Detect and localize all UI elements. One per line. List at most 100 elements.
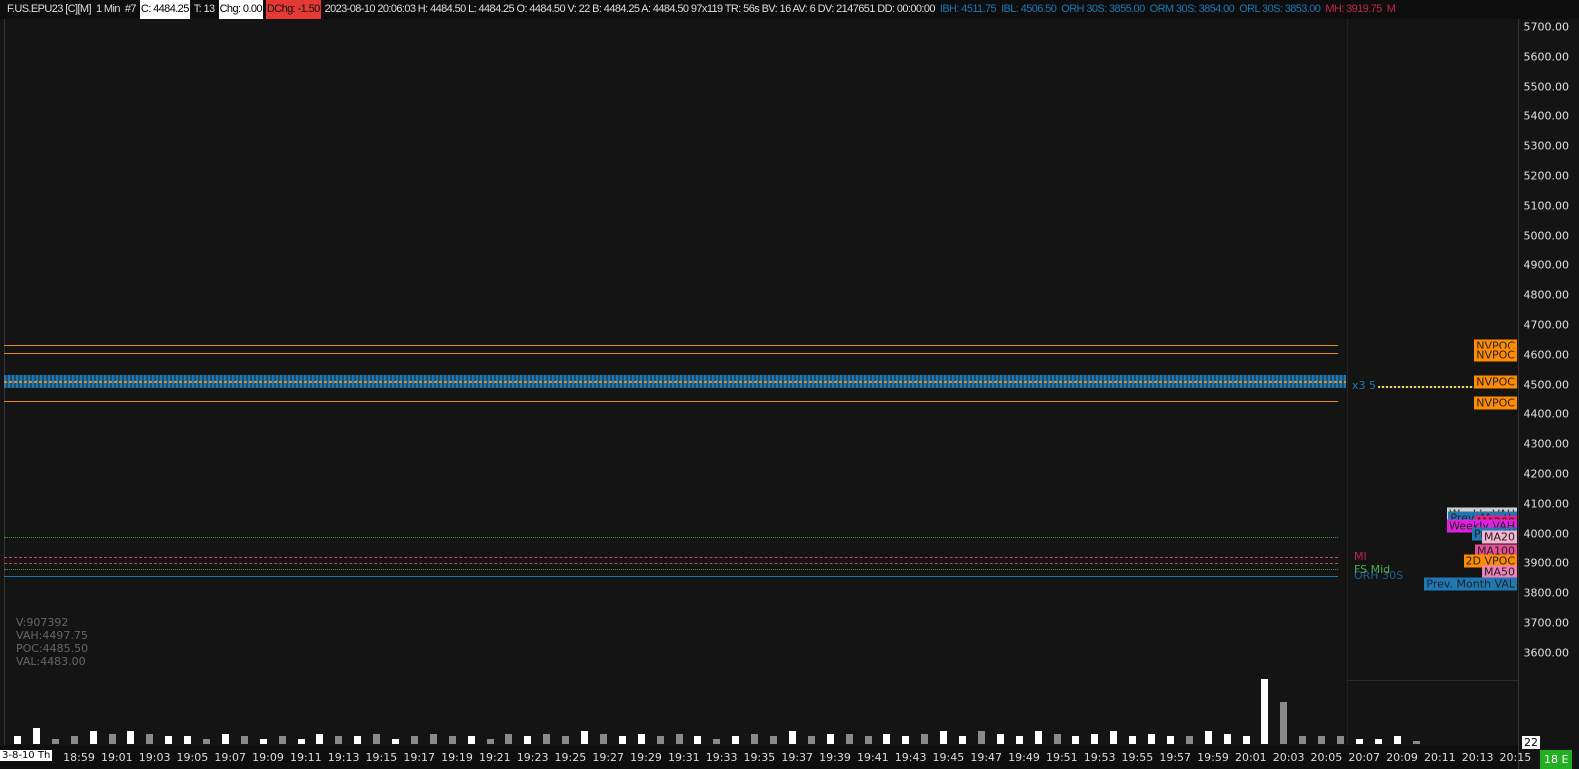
volume-bar xyxy=(108,733,116,744)
time-tick: 18:59 xyxy=(63,751,95,764)
time-tick: 19:07 xyxy=(214,751,247,764)
price-tick: 4900.00 xyxy=(1523,258,1570,272)
volume-bar xyxy=(656,736,664,744)
volume-bar xyxy=(316,733,324,744)
price-tick: 5500.00 xyxy=(1523,80,1570,94)
volume-bar xyxy=(1393,736,1401,744)
volume-bar xyxy=(51,738,59,744)
time-tick: 19:29 xyxy=(630,751,662,764)
price-axis[interactable]: 5700.00 5600.00 5500.00 5400.00 5300.00 5200.… xyxy=(1518,19,1579,769)
time-tick: 19:45 xyxy=(932,751,965,764)
volume-bar xyxy=(940,731,948,744)
mi-line xyxy=(4,563,1338,564)
time-tick: 20:11 xyxy=(1423,751,1456,764)
volume-bar xyxy=(1299,736,1307,744)
volume-bar xyxy=(184,736,192,744)
volume-bar xyxy=(448,736,456,744)
volume-bar xyxy=(297,738,305,744)
volume-bar xyxy=(524,736,532,744)
orh-line xyxy=(4,576,1338,577)
ma20-line xyxy=(4,537,1338,538)
ibh-value: IBH: 4511.75 xyxy=(939,3,997,15)
bar-timer: 18 E xyxy=(1540,750,1573,769)
time-tick: 19:01 xyxy=(100,751,133,764)
close-value: C: 4484.25 xyxy=(139,0,190,19)
volume-bar xyxy=(1166,736,1174,744)
volume-bar xyxy=(392,738,399,744)
time-tick: 19:51 xyxy=(1045,751,1078,764)
time-tick: 19:23 xyxy=(516,751,549,764)
volume-bar xyxy=(751,733,759,744)
price-profile-marker xyxy=(4,381,1346,383)
volume-bar xyxy=(354,736,362,744)
volume-bar xyxy=(127,731,135,744)
nvpoc-line xyxy=(4,345,1338,346)
interval[interactable]: 1 Min xyxy=(95,0,121,19)
volume-bar xyxy=(959,736,966,744)
daily-change-value: DChg: -1.50 xyxy=(265,0,321,19)
price-tick: 3900.00 xyxy=(1523,556,1570,570)
time-tick: 20:01 xyxy=(1234,751,1267,764)
volume-bar xyxy=(807,736,815,744)
volume-bar xyxy=(1185,736,1193,744)
time-tick: 20:07 xyxy=(1348,751,1381,764)
volume-bar xyxy=(1110,731,1118,744)
time-tick: 19:35 xyxy=(743,751,776,764)
volume-bar xyxy=(902,736,910,744)
time-axis[interactable]: 3-8-10 Th 18:59 19:01 19:03 19:05 19:07 19:09… xyxy=(0,745,1531,769)
time-tick: 19:59 xyxy=(1197,751,1229,764)
volume-bar xyxy=(146,733,154,744)
price-tick: 4300.00 xyxy=(1523,437,1570,451)
price-tick: 4200.00 xyxy=(1523,467,1570,481)
price-tick: 5400.00 xyxy=(1523,109,1570,123)
stat-volume: V:907392 xyxy=(16,616,69,629)
volume-bar xyxy=(373,733,381,744)
ibl-value: IBL: 4506.50 xyxy=(1001,3,1057,15)
price-tick: 4600.00 xyxy=(1523,348,1570,362)
time-tick: 20:13 xyxy=(1461,751,1494,764)
time-tick: 19:55 xyxy=(1121,751,1154,764)
m-value: M xyxy=(1386,3,1396,15)
time-tick: 19:27 xyxy=(592,751,625,764)
volume-bar xyxy=(240,736,248,744)
volume-bar xyxy=(1318,736,1326,744)
volume-bar xyxy=(845,733,853,744)
volume-bar xyxy=(335,736,343,744)
price-tick: 5300.00 xyxy=(1523,139,1570,153)
time-tick: 19:47 xyxy=(970,751,1003,764)
symbol[interactable]: F.US.EPU23 [C][M] xyxy=(6,0,92,19)
volume-bar xyxy=(977,731,985,744)
trades-value: T: 13 xyxy=(193,3,215,15)
price-tick: 5200.00 xyxy=(1523,169,1570,183)
volume-bar xyxy=(562,736,570,744)
change-value: Chg: 0.00 xyxy=(218,0,263,19)
nvpoc-line xyxy=(4,401,1338,402)
time-tick: 20:15 xyxy=(1499,751,1532,764)
time-tick: 19:11 xyxy=(289,751,322,764)
level-name: Prev. Month VAL xyxy=(1424,577,1517,591)
time-tick: 19:25 xyxy=(554,751,587,764)
volume-bar xyxy=(14,736,21,744)
volume-bar xyxy=(1015,736,1023,744)
time-tick: 19:57 xyxy=(1159,751,1192,764)
time-tick: 19:21 xyxy=(478,751,511,764)
time-tick: 19:39 xyxy=(819,751,851,764)
volume-bar xyxy=(599,733,607,744)
time-tick: 20:03 xyxy=(1272,751,1305,764)
time-tick: 19:03 xyxy=(138,751,171,764)
volume-bar xyxy=(467,736,475,744)
price-tick: 4800.00 xyxy=(1523,288,1570,302)
chart-number: #7 xyxy=(124,3,137,15)
time-tick: 19:41 xyxy=(856,751,889,764)
volume-bar xyxy=(996,733,1004,744)
volume-bar xyxy=(410,736,418,744)
x3-label: x3 5 xyxy=(1352,379,1377,392)
level-name: NVPOC xyxy=(1474,396,1517,410)
volume-bar xyxy=(1223,733,1231,744)
volume-bar xyxy=(89,731,97,744)
price-tick: 4700.00 xyxy=(1523,318,1570,332)
orm-value: ORM 30S: 3854.00 xyxy=(1149,3,1235,15)
volume-bar xyxy=(694,736,702,744)
fs-mid-line xyxy=(4,569,1338,570)
volume-bar xyxy=(165,736,173,744)
